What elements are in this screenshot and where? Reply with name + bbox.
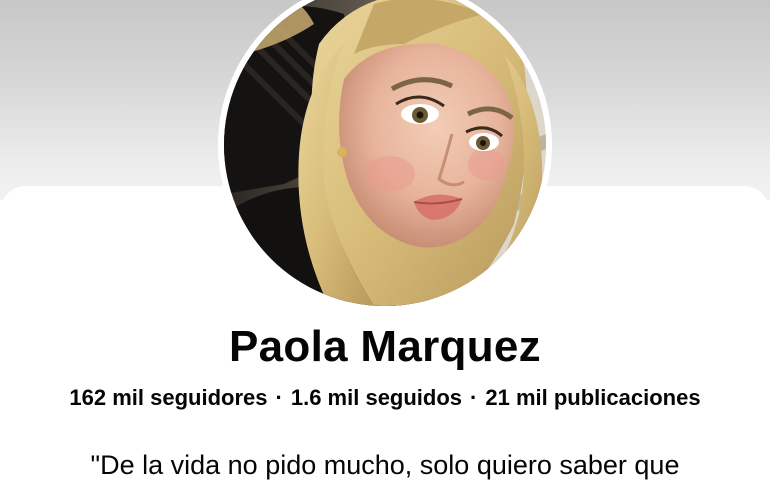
following-count: 1.6 mil (290, 385, 360, 410)
profile-bio: "De la vida no pido mucho, solo quiero s… (90, 450, 680, 480)
posts-count: 21 mil (485, 385, 548, 410)
followers-count: 162 mil (69, 385, 145, 410)
following-label: seguidos (365, 385, 463, 410)
stats-separator: · (275, 385, 283, 410)
followers-stat[interactable]: 162 mil seguidores (69, 385, 267, 410)
stats-separator: · (470, 385, 478, 410)
following-stat[interactable]: 1.6 mil seguidos (291, 385, 462, 410)
posts-label: publicaciones (553, 385, 701, 410)
followers-label: seguidores (150, 385, 268, 410)
profile-name: Paola Marquez (229, 322, 541, 371)
posts-stat[interactable]: 21 mil publicaciones (485, 385, 700, 410)
profile-stats: 162 mil seguidores · 1.6 mil seguidos · 21 m… (0, 383, 770, 413)
